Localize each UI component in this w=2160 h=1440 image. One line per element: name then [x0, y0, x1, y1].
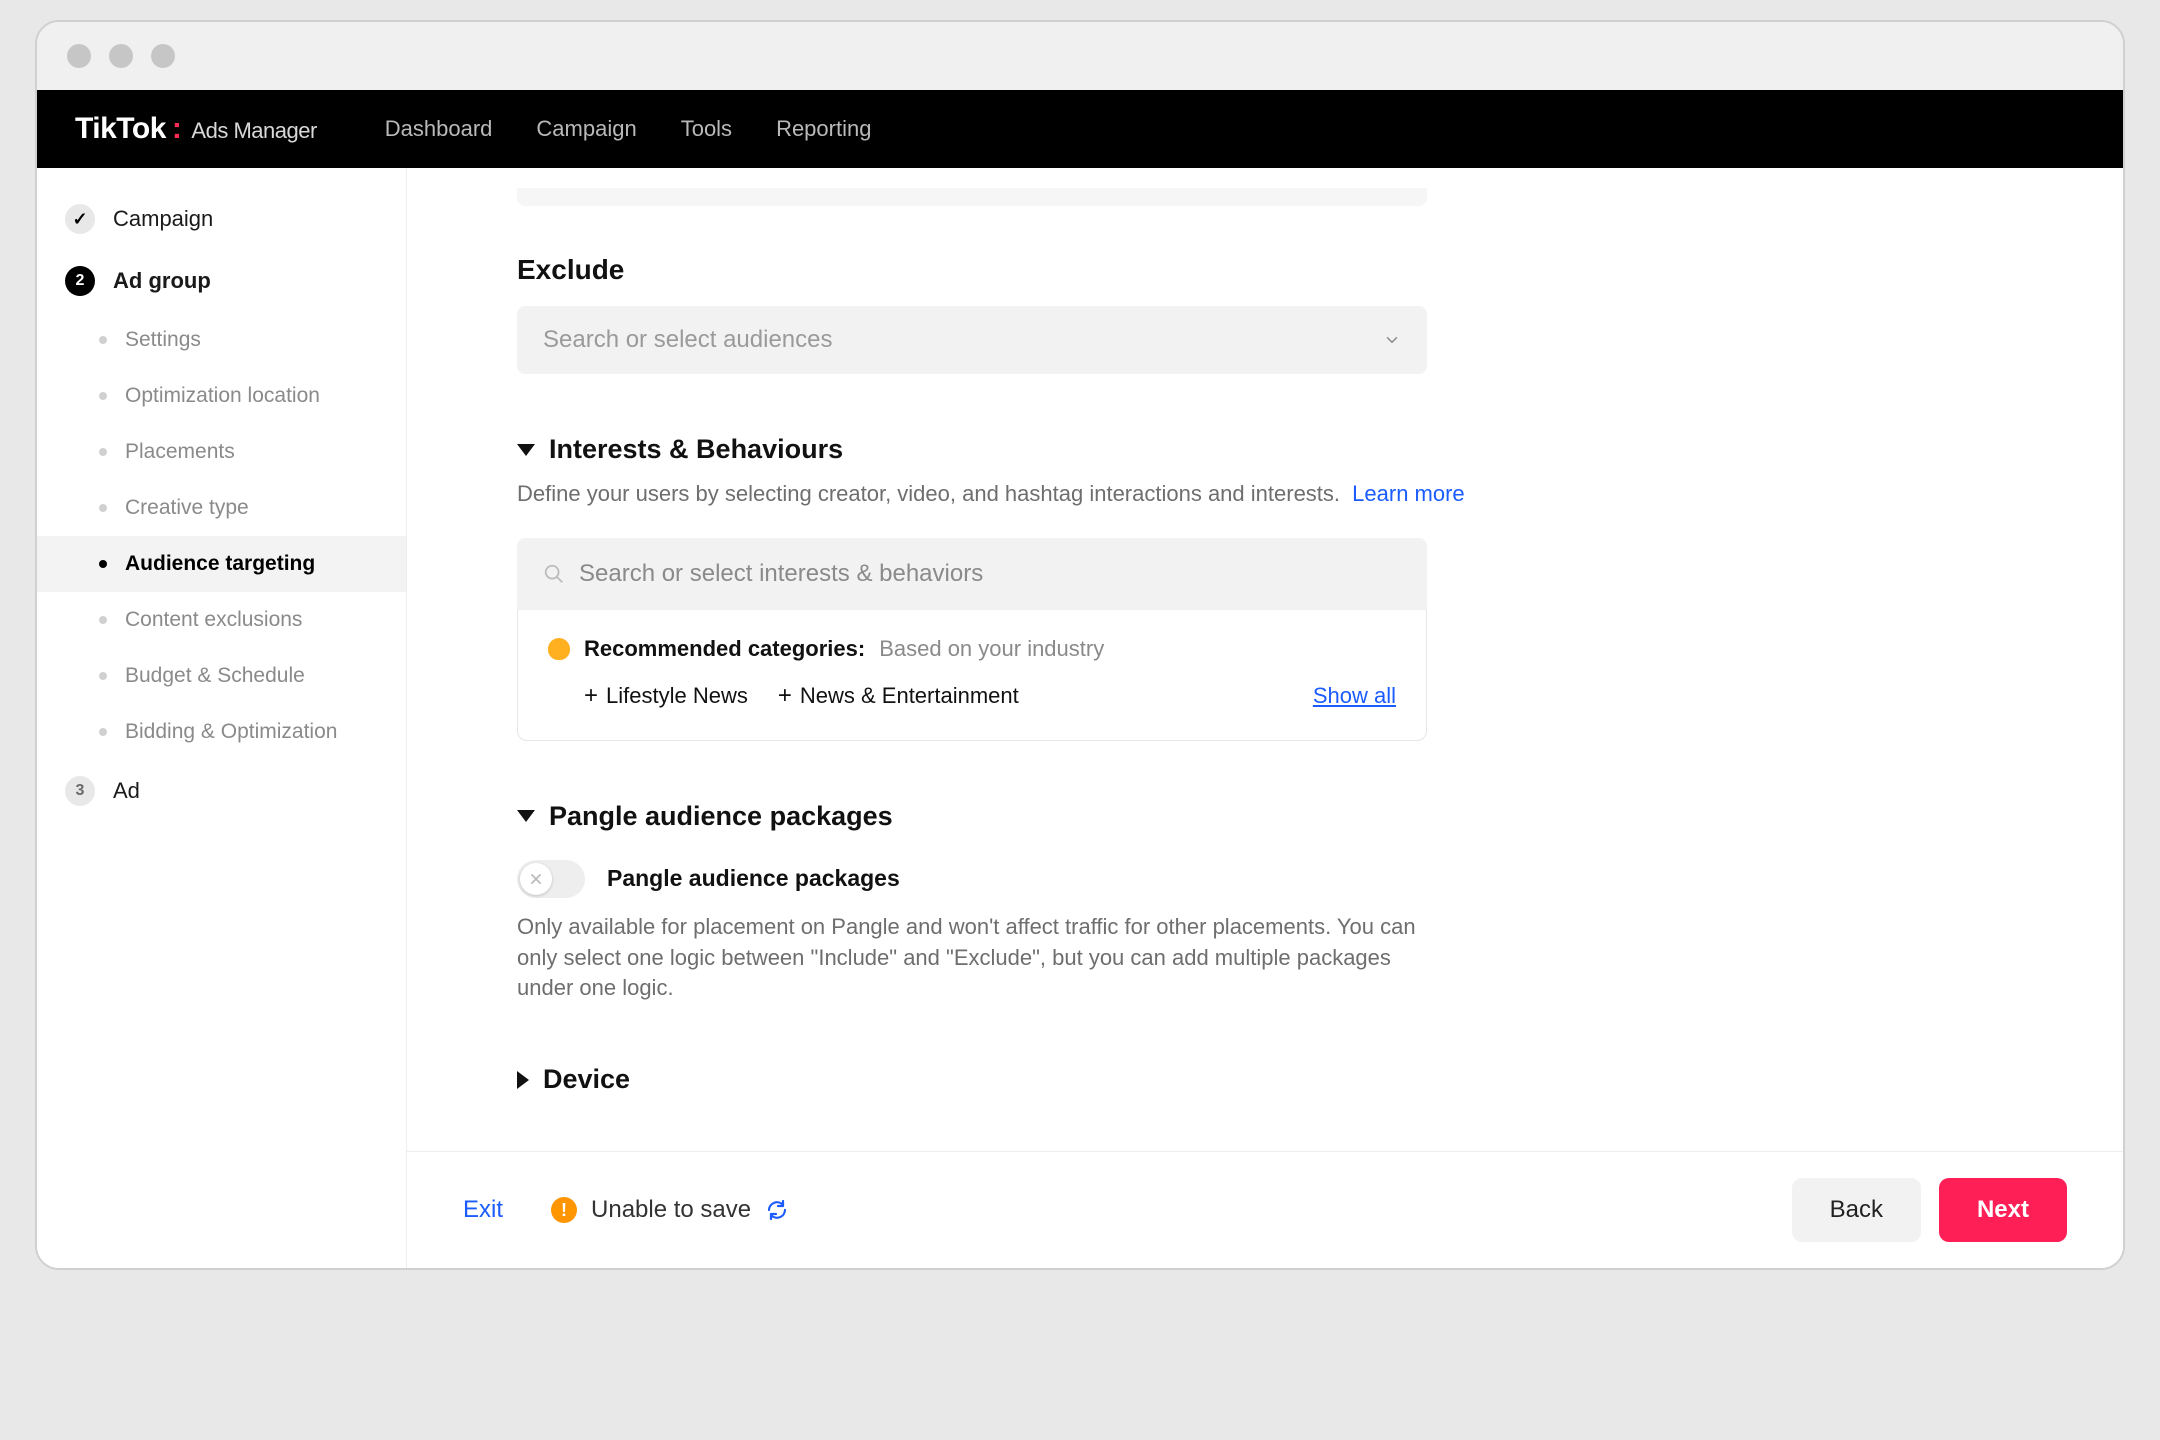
interests-description: Define your users by selecting creator, …: [517, 479, 1827, 510]
nav-reporting[interactable]: Reporting: [776, 116, 871, 142]
nav-tools[interactable]: Tools: [681, 116, 732, 142]
brand-colon: :: [172, 112, 182, 146]
sidebar-step-ad[interactable]: 3 Ad: [37, 760, 406, 822]
caret-down-icon: [517, 444, 535, 456]
caret-right-icon: [517, 1071, 529, 1089]
save-status: ! Unable to save: [551, 1196, 789, 1224]
browser-window: TikTok: Ads Manager Dashboard Campaign T…: [35, 20, 2125, 1270]
device-title: Device: [543, 1064, 630, 1095]
exclude-placeholder: Search or select audiences: [543, 326, 833, 354]
main-content: Exclude Search or select audiences Inter…: [407, 168, 2123, 1268]
sidebar-sub-budget-schedule[interactable]: Budget & Schedule: [37, 648, 406, 704]
top-nav: TikTok: Ads Manager Dashboard Campaign T…: [37, 90, 2123, 168]
window-chrome: [37, 22, 2123, 90]
nav-campaign[interactable]: Campaign: [536, 116, 636, 142]
sidebar-sub-bidding-optimization[interactable]: Bidding & Optimization: [37, 704, 406, 760]
sidebar-adgroup-label: Ad group: [113, 268, 211, 294]
window-dot-zoom[interactable]: [151, 44, 175, 68]
brand-logo[interactable]: TikTok: Ads Manager: [75, 112, 317, 146]
pangle-description: Only available for placement on Pangle a…: [517, 912, 1427, 1004]
exit-link[interactable]: Exit: [463, 1196, 503, 1224]
recommended-categories-card: Recommended categories: Based on your in…: [517, 610, 1427, 741]
nav-dashboard[interactable]: Dashboard: [385, 116, 493, 142]
prev-section-bottom: [517, 188, 1427, 206]
device-section-header[interactable]: Device: [517, 1064, 1827, 1095]
sidebar-campaign-label: Campaign: [113, 206, 213, 232]
back-button[interactable]: Back: [1792, 1178, 1921, 1242]
sidebar-step-campaign[interactable]: ✓ Campaign: [37, 188, 406, 250]
lightbulb-icon: [548, 638, 570, 660]
footer-bar: Exit ! Unable to save Back Next: [407, 1151, 2123, 1268]
reco-chip-lifestyle-news[interactable]: +Lifestyle News: [584, 682, 748, 710]
pangle-section-header[interactable]: Pangle audience packages: [517, 801, 1827, 832]
plus-icon: +: [584, 682, 598, 710]
sidebar-sub-optimization-location[interactable]: Optimization location: [37, 368, 406, 424]
pangle-title: Pangle audience packages: [549, 801, 893, 832]
sidebar-sub-content-exclusions[interactable]: Content exclusions: [37, 592, 406, 648]
toggle-knob: [520, 863, 552, 895]
plus-icon: +: [778, 682, 792, 710]
brand-sub: Ads Manager: [191, 118, 316, 144]
sidebar-sub-audience-targeting[interactable]: Audience targeting: [37, 536, 406, 592]
sidebar-step-adgroup[interactable]: 2 Ad group: [37, 250, 406, 312]
interests-title: Interests & Behaviours: [549, 434, 843, 465]
step-number-icon: 2: [65, 266, 95, 296]
interests-search-input[interactable]: Search or select interests & behaviors: [517, 538, 1427, 610]
reco-chip-news-entertainment[interactable]: +News & Entertainment: [778, 682, 1019, 710]
check-icon: ✓: [65, 204, 95, 234]
interests-section-header[interactable]: Interests & Behaviours: [517, 434, 1827, 465]
warning-icon: !: [551, 1197, 577, 1223]
sidebar-sub-creative-type[interactable]: Creative type: [37, 480, 406, 536]
pangle-toggle-label: Pangle audience packages: [607, 865, 900, 892]
sidebar-sub-settings[interactable]: Settings: [37, 312, 406, 368]
chevron-down-icon: [1383, 331, 1401, 349]
save-status-text: Unable to save: [591, 1196, 751, 1224]
reco-label: Recommended categories:: [584, 636, 865, 662]
caret-down-icon: [517, 810, 535, 822]
refresh-icon: [765, 1198, 789, 1222]
search-icon: [543, 563, 565, 585]
exclude-title: Exclude: [517, 254, 1827, 286]
exclude-audience-select[interactable]: Search or select audiences: [517, 306, 1427, 374]
reco-show-all-link[interactable]: Show all: [1313, 683, 1396, 709]
brand-name: TikTok: [75, 112, 166, 146]
reco-basis: Based on your industry: [879, 636, 1104, 662]
window-dot-close[interactable]: [67, 44, 91, 68]
refresh-button[interactable]: [765, 1198, 789, 1222]
sidebar: ✓ Campaign 2 Ad group Settings Optimizat…: [37, 168, 407, 1268]
pangle-toggle[interactable]: [517, 860, 585, 898]
step-number-icon: 3: [65, 776, 95, 806]
close-icon: [529, 872, 543, 886]
interests-learn-more-link[interactable]: Learn more: [1352, 481, 1465, 506]
next-button[interactable]: Next: [1939, 1178, 2067, 1242]
sidebar-ad-label: Ad: [113, 778, 140, 804]
sidebar-sub-placements[interactable]: Placements: [37, 424, 406, 480]
interests-search-placeholder: Search or select interests & behaviors: [579, 560, 983, 588]
window-dot-minimize[interactable]: [109, 44, 133, 68]
